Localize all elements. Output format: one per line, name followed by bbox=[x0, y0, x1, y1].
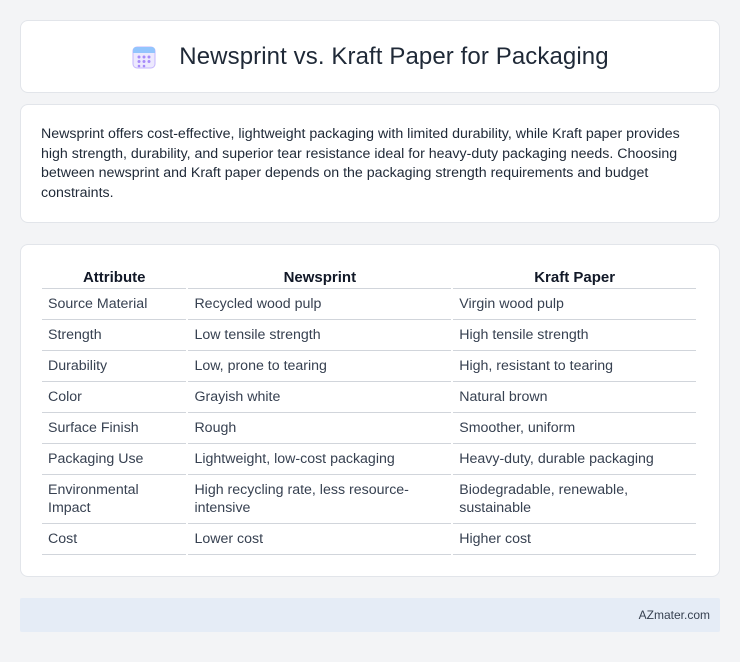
table-row: Durability Low, prone to tearing High, r… bbox=[42, 351, 696, 382]
newsprint-cell: Lightweight, low-cost packaging bbox=[188, 444, 452, 475]
newsprint-cell: Grayish white bbox=[188, 382, 452, 413]
header-attribute: Attribute bbox=[42, 265, 187, 289]
table-row: Color Grayish white Natural brown bbox=[42, 382, 696, 413]
kraft-cell: Natural brown bbox=[453, 382, 696, 413]
kraft-cell: Virgin wood pulp bbox=[453, 289, 696, 320]
table-row: Surface Finish Rough Smoother, uniform bbox=[42, 413, 696, 444]
kraft-cell: Smoother, uniform bbox=[453, 413, 696, 444]
newsprint-cell: Low, prone to tearing bbox=[188, 351, 452, 382]
header-newsprint: Newsprint bbox=[188, 265, 452, 289]
summary-text: Newsprint offers cost-effective, lightwe… bbox=[41, 126, 680, 201]
newsprint-cell: Lower cost bbox=[188, 524, 452, 555]
table-header-row: Attribute Newsprint Kraft Paper bbox=[42, 265, 696, 289]
kraft-cell: Higher cost bbox=[453, 524, 696, 555]
footer-bar: AZmater.com bbox=[20, 598, 720, 632]
kraft-cell: Biodegradable, renewable, sustainable bbox=[453, 475, 696, 524]
attribute-cell: Source Material bbox=[42, 289, 187, 320]
attribute-cell: Environmental Impact bbox=[42, 475, 187, 524]
kraft-cell: High tensile strength bbox=[453, 320, 696, 351]
attribute-cell: Color bbox=[42, 382, 187, 413]
table-row: Packaging Use Lightweight, low-cost pack… bbox=[42, 444, 696, 475]
table-row: Strength Low tensile strength High tensi… bbox=[42, 320, 696, 351]
table-row: Environmental Impact High recycling rate… bbox=[42, 475, 696, 524]
newsprint-cell: High recycling rate, less resource-inten… bbox=[188, 475, 452, 524]
attribute-cell: Packaging Use bbox=[42, 444, 187, 475]
newsprint-cell: Recycled wood pulp bbox=[188, 289, 452, 320]
title-wrap: Newsprint vs. Kraft Paper for Packaging bbox=[131, 42, 609, 71]
brand-link[interactable]: AZmater.com bbox=[639, 608, 710, 622]
attribute-cell: Durability bbox=[42, 351, 187, 382]
attribute-cell: Surface Finish bbox=[42, 413, 187, 444]
newsprint-cell: Rough bbox=[188, 413, 452, 444]
header-card: Newsprint vs. Kraft Paper for Packaging bbox=[20, 20, 720, 93]
attribute-cell: Cost bbox=[42, 524, 187, 555]
kraft-cell: High, resistant to tearing bbox=[453, 351, 696, 382]
table-row: Cost Lower cost Higher cost bbox=[42, 524, 696, 555]
kraft-cell: Heavy-duty, durable packaging bbox=[453, 444, 696, 475]
comparison-card: Attribute Newsprint Kraft Paper Source M… bbox=[20, 244, 720, 577]
table-row: Source Material Recycled wood pulp Virgi… bbox=[42, 289, 696, 320]
summary-card: Newsprint offers cost-effective, lightwe… bbox=[20, 104, 720, 223]
attribute-cell: Strength bbox=[42, 320, 187, 351]
header-kraft-paper: Kraft Paper bbox=[453, 265, 696, 289]
comparison-table: Attribute Newsprint Kraft Paper Source M… bbox=[40, 265, 698, 555]
page-title: Newsprint vs. Kraft Paper for Packaging bbox=[179, 42, 609, 70]
newsprint-cell: Low tensile strength bbox=[188, 320, 452, 351]
calendar-icon bbox=[131, 44, 157, 70]
